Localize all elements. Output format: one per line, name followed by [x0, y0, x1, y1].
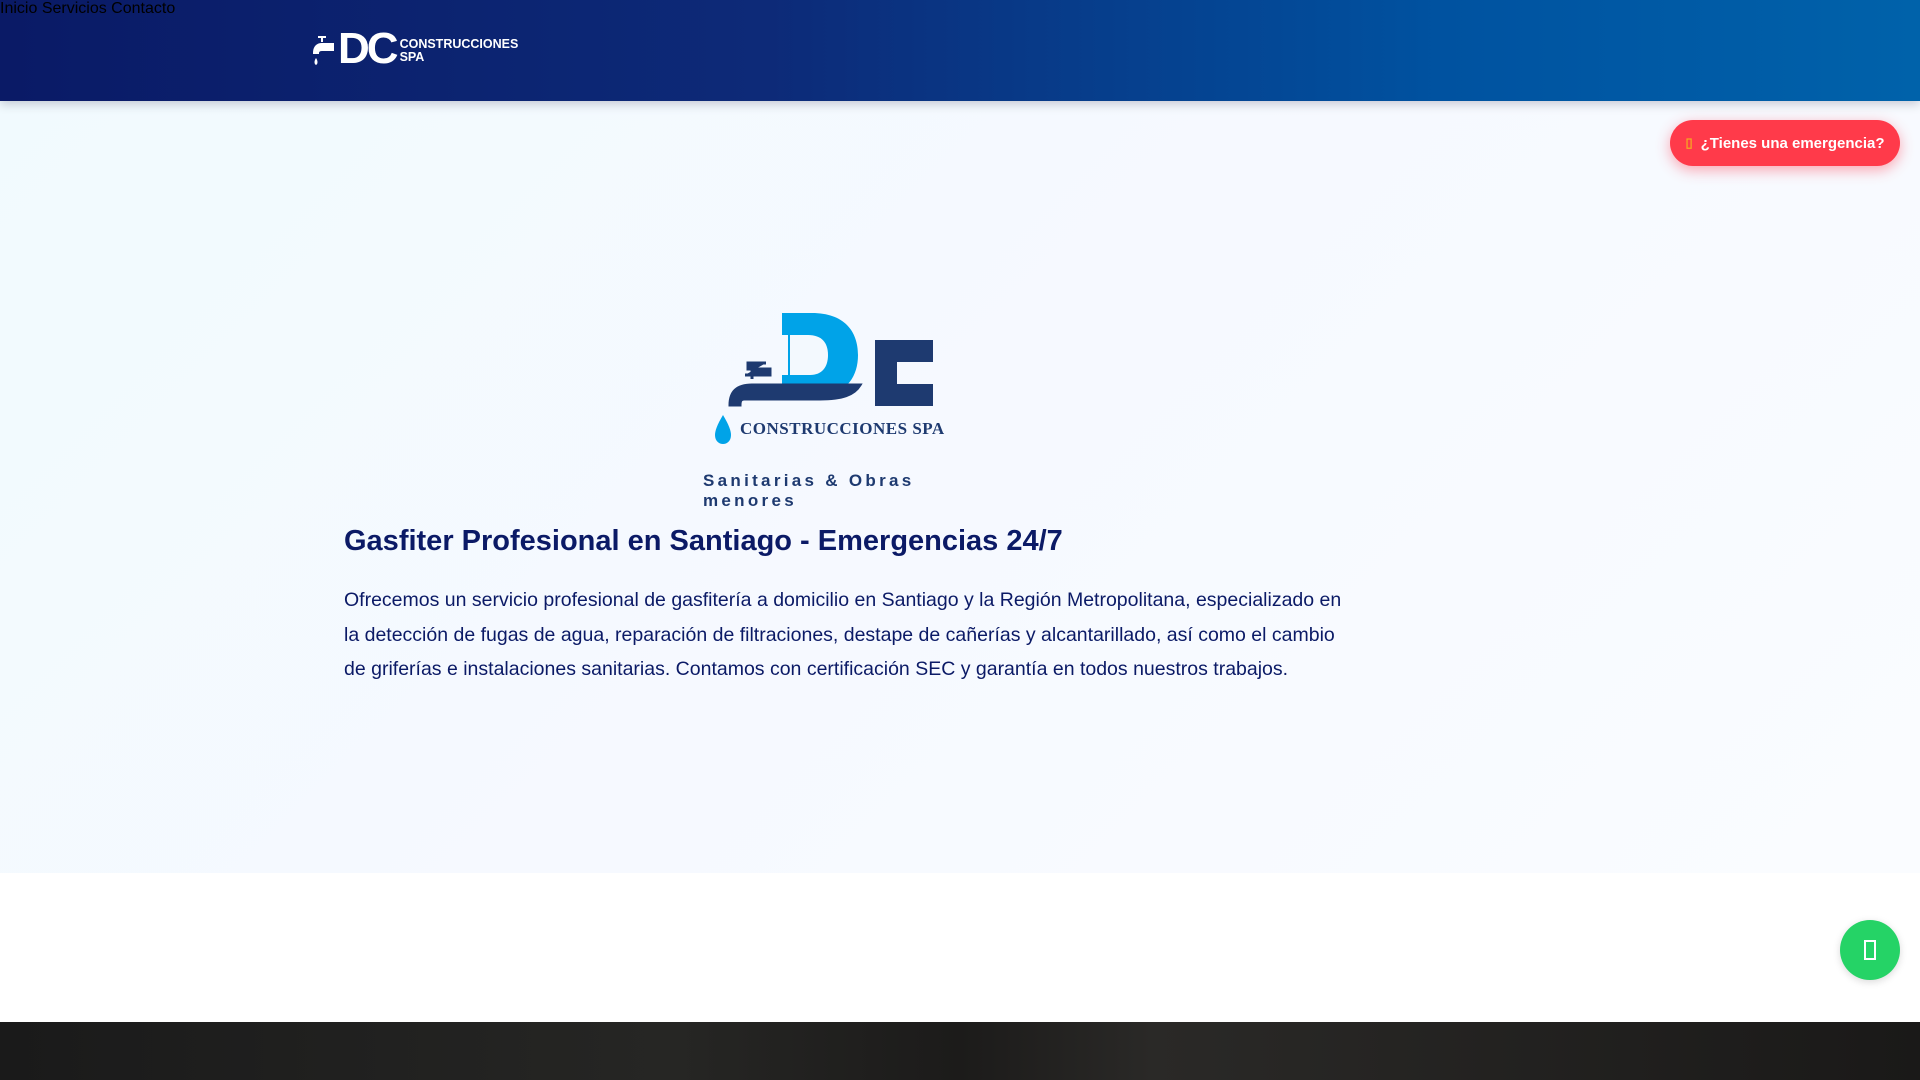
hero-logo: CONSTRUCCIONES SPA Sanitarias & Obras me…	[700, 305, 980, 510]
whatsapp-icon	[1864, 940, 1876, 960]
logo-tagline: Sanitarias & Obras menores	[703, 471, 915, 510]
whatsapp-button[interactable]	[1840, 920, 1900, 980]
emergency-button[interactable]: ▯ ¿Tienes una emergencia?	[1670, 120, 1900, 166]
header-logo[interactable]: DC CONSTRUCCIONES SPA	[312, 27, 518, 71]
dark-image-section	[0, 1022, 1920, 1080]
faucet-icon	[312, 36, 334, 65]
nav-contacto[interactable]: Contacto	[111, 0, 175, 17]
dc-logo-image	[715, 313, 933, 444]
hero-description: Ofrecemos un servicio profesional de gas…	[344, 589, 1342, 680]
nav-inicio[interactable]: Inicio	[0, 0, 37, 17]
nav-servicios[interactable]: Servicios	[42, 0, 107, 17]
page-title: Gasfiter Profesional en Santiago - Emerg…	[344, 525, 1063, 557]
main-nav: Inicio Servicios Contacto	[0, 0, 1920, 18]
emergency-label: ¿Tienes una emergencia?	[1700, 134, 1885, 152]
logo-text-2: SPA	[399, 50, 425, 64]
logo-mark: DC	[338, 24, 399, 73]
site-header: DC CONSTRUCCIONES SPA Inicio Servicios Co…	[0, 0, 1920, 101]
logo-name: CONSTRUCCIONES SPA	[740, 419, 945, 438]
phone-icon: ▯	[1685, 135, 1693, 150]
